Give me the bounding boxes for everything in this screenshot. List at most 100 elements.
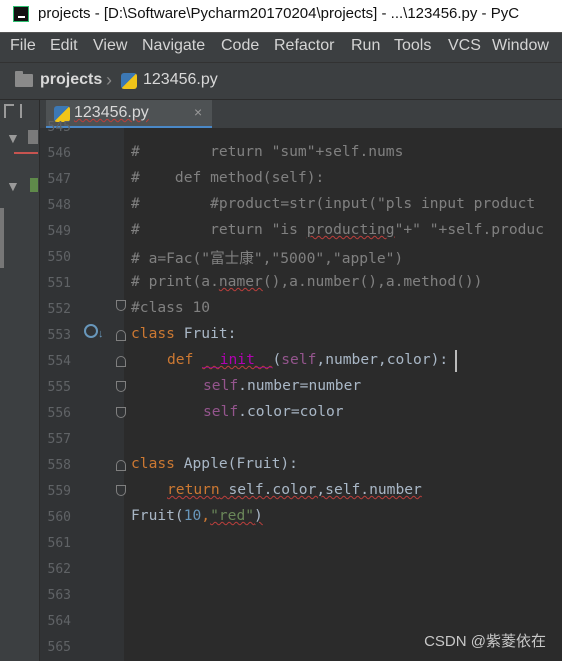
menu-refactor[interactable]: Refactor [274,37,334,55]
python-file-icon [121,73,137,89]
line-number: 561 [47,536,71,551]
project-panel-icon[interactable] [28,130,38,144]
code-line-549: # return "is producting"+" "+self.produc [131,221,544,238]
code-line-547: # def method(self): [131,169,325,186]
code-token: producting [306,221,395,238]
fold-marker[interactable] [116,460,126,471]
text-caret [455,350,457,372]
code-token: ) [254,507,263,524]
line-number: 563 [47,588,71,603]
fold-marker[interactable] [116,356,126,367]
line-number: 559 [47,484,71,499]
code-line-555: self.number=number [203,377,361,394]
line-number: 557 [47,432,71,447]
code-token: # return "is [131,221,307,238]
line-number: 548 [47,198,71,213]
module-icon[interactable] [30,178,38,192]
code-token: __init__ [202,351,273,368]
code-token: Apple(Fruit): [174,455,298,472]
code-token: "red" [210,507,255,524]
collapse-icon[interactable] [20,104,32,118]
code-token: ,number,color): [316,351,449,368]
line-number: 553 [47,328,71,343]
menu-bar: File Edit View Navigate Code Refactor Ru… [0,32,562,62]
code-token: Fruit: [174,325,237,342]
menu-navigate[interactable]: Navigate [142,37,205,55]
menu-vcs[interactable]: VCS [448,37,481,55]
side-panel-edge [0,208,4,268]
menu-code[interactable]: Code [221,37,259,55]
code-line-554: def __init__(self,number,color): [167,351,448,368]
override-marker-icon[interactable] [84,324,98,338]
csdn-watermark: CSDN @紫菱依在 [424,633,546,650]
triangle-down-icon[interactable]: ▼ [6,178,20,194]
chevron-right-icon: › [106,70,112,90]
code-token: self.color,self.number [219,481,422,498]
code-token: self [203,403,239,420]
triangle-down-icon[interactable]: ▼ [6,130,20,146]
code-line-559: return self.color,self.number [167,481,422,498]
title-bar: projects - [D:\Software\Pycharm20170204\… [0,0,562,32]
code-line-560: Fruit(10,"red") [131,507,263,524]
line-number: 555 [47,380,71,395]
close-icon[interactable]: × [194,104,202,120]
line-number: 556 [47,406,71,421]
code-token: 10 [183,507,202,524]
code-token: namer [218,273,263,290]
line-number: 549 [47,224,71,239]
code-line-551: # print(a.namer(),a.number(),a.method()) [131,273,482,290]
code-line-558: class Apple(Fruit): [131,455,298,472]
code-token: .number=number [238,377,362,394]
code-token: class [131,455,175,472]
menu-window[interactable]: Window [492,37,549,55]
code-token: class [131,325,175,342]
layout-icon[interactable] [4,104,14,118]
menu-file[interactable]: File [10,37,36,55]
menu-edit[interactable]: Edit [50,37,78,55]
code-line-553: class Fruit: [131,325,236,342]
menu-view[interactable]: View [93,37,127,55]
line-number: 551 [47,276,71,291]
line-number: 545 [47,120,71,135]
code-token: Fruit( [131,507,184,524]
line-number: 564 [47,614,71,629]
code-token: , [201,507,211,524]
code-token: def [167,351,194,368]
error-marker [14,152,38,154]
window-title: projects - [D:\Software\Pycharm20170204\… [38,5,520,22]
code-token: "+" "+self.produc [394,221,544,238]
folder-icon [15,71,33,87]
line-number: 546 [47,146,71,161]
code-line-550: # a=Fac("富士康","5000","apple") [131,250,404,267]
fold-marker[interactable] [116,300,126,311]
pycharm-app-icon [13,6,29,22]
line-number: 560 [47,510,71,525]
code-token: ( [272,351,282,368]
fold-marker[interactable] [116,485,126,496]
line-number: 552 [47,302,71,317]
menu-tools[interactable]: Tools [394,37,431,55]
fold-marker[interactable] [116,381,126,392]
code-token: return [167,481,220,498]
arrow-down-icon: ↓ [98,328,104,340]
line-number: 547 [47,172,71,187]
breadcrumb-project[interactable]: projects [40,71,102,89]
code-token: self [203,377,239,394]
line-number: 565 [47,640,71,655]
fold-marker[interactable] [116,407,126,418]
line-number: 554 [47,354,71,369]
code-line-546: # return "sum"+self.nums [131,143,404,160]
line-number: 550 [47,250,71,265]
editor-tab-bar: 123456.py × [40,100,562,128]
left-tool-strip: ▼ ▼ [0,100,40,661]
code-line-548: # #product=str(input("pls input product [131,195,536,212]
code-line-556: self.color=color [203,403,344,420]
menu-run[interactable]: Run [351,37,380,55]
breadcrumb-file[interactable]: 123456.py [143,71,218,89]
code-line-552: #class 10 [131,299,211,316]
fold-marker[interactable] [116,330,126,341]
code-token: (),a.number(),a.method()) [262,273,483,290]
code-token: # print(a. [131,273,219,290]
code-token: .color=color [238,403,344,420]
line-number: 558 [47,458,71,473]
